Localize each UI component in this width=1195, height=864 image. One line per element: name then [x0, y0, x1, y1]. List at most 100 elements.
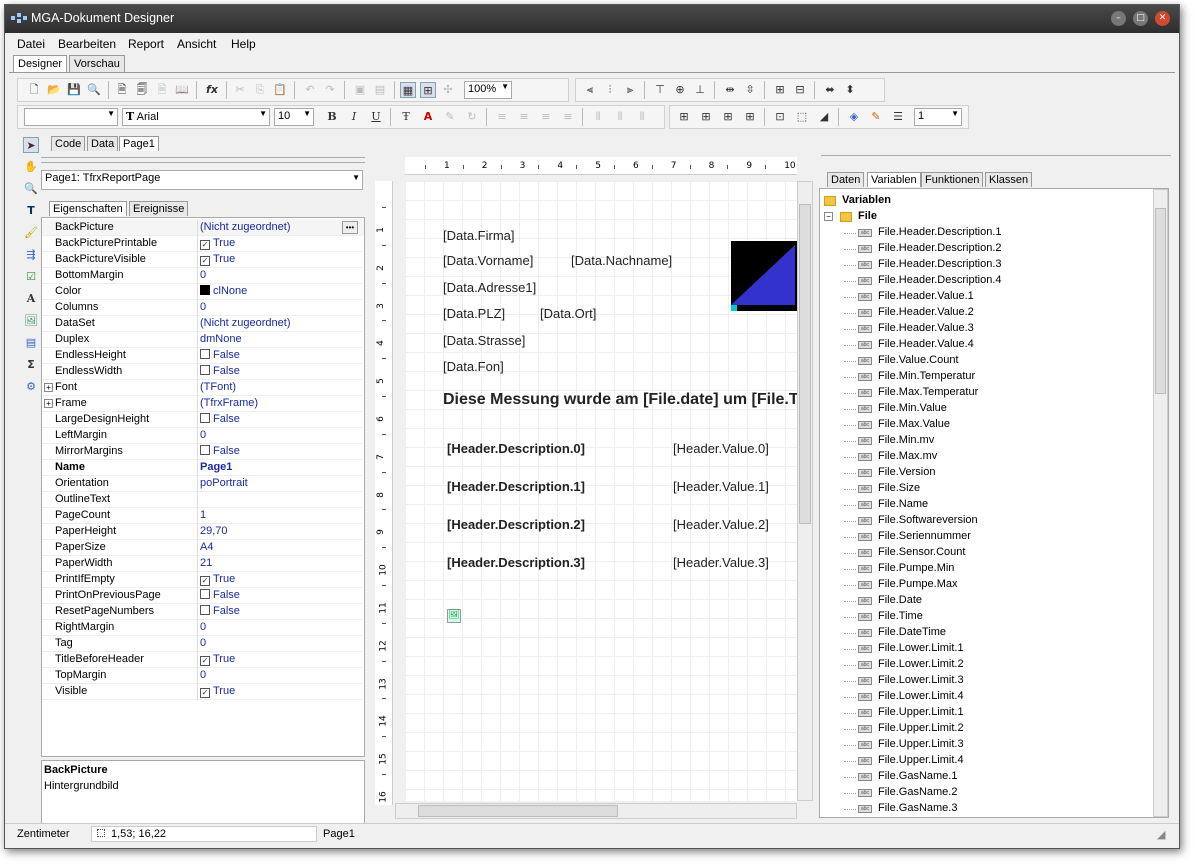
property-row[interactable]: Tag 0: [42, 636, 362, 652]
text-align-right-icon[interactable]: ≡: [538, 109, 554, 125]
property-value[interactable]: ✓ True: [200, 253, 235, 266]
property-row[interactable]: LargeDesignHeight False: [42, 412, 362, 428]
property-row[interactable]: Orientation poPortrait: [42, 476, 362, 492]
header-value-3[interactable]: [Header.Value.3]: [673, 555, 769, 570]
align-middle-icon[interactable]: ⊕: [672, 82, 688, 98]
center-h-icon[interactable]: ⊞: [772, 82, 788, 98]
tab-variablen[interactable]: Variablen: [867, 172, 921, 187]
tab-ereignisse[interactable]: Ereignisse: [129, 201, 189, 216]
property-row[interactable]: RightMargin 0: [42, 620, 362, 636]
ellipsis-button[interactable]: •••: [342, 221, 358, 234]
header-value-1[interactable]: [Header.Value.1]: [673, 479, 769, 494]
field-fon[interactable]: [Data.Fon]: [443, 359, 504, 374]
tab-page1[interactable]: Page1: [119, 136, 159, 151]
save-icon[interactable]: 💾: [66, 82, 82, 98]
picture-tool-icon[interactable]: 🖼: [23, 313, 39, 329]
picture-placeholder-icon[interactable]: 🖼: [447, 609, 461, 623]
property-value[interactable]: 1: [200, 509, 206, 521]
property-row[interactable]: Visible ✓ True: [42, 684, 362, 700]
property-row[interactable]: Name Page1: [42, 460, 362, 476]
property-row[interactable]: PaperSize A4: [42, 540, 362, 556]
inspector-grip[interactable]: [41, 157, 365, 163]
align-right-icon[interactable]: ⫸: [622, 82, 638, 98]
tab-vorschau[interactable]: Vorschau: [69, 55, 125, 73]
frame-right-icon[interactable]: ⊞: [742, 109, 758, 125]
preview-icon[interactable]: 🔍: [86, 82, 102, 98]
property-row[interactable]: Color clNone: [42, 284, 362, 300]
property-value[interactable]: 0: [200, 637, 206, 649]
property-row[interactable]: PageCount 1: [42, 508, 362, 524]
paste-icon[interactable]: 📋: [272, 82, 288, 98]
sum-tool-icon[interactable]: Σ: [23, 357, 39, 373]
italic-icon[interactable]: I: [346, 109, 362, 125]
checkbox[interactable]: ✓: [200, 240, 210, 250]
align-center-h-icon[interactable]: ⫶: [602, 82, 618, 98]
subreport-tool-icon[interactable]: ▤: [23, 335, 39, 351]
fill-color-icon[interactable]: ◈: [846, 109, 862, 125]
delete-page-icon[interactable]: 🗎: [154, 82, 170, 98]
same-width-icon[interactable]: ⬌: [822, 82, 838, 98]
text-align-left-icon[interactable]: ≡: [494, 109, 510, 125]
font-size-select[interactable]: 10 ▼: [274, 108, 314, 126]
checkbox[interactable]: ✓: [200, 688, 210, 698]
checkbox[interactable]: [200, 349, 210, 359]
expand-icon[interactable]: +: [44, 399, 53, 408]
text-align-center-icon[interactable]: ≡: [516, 109, 532, 125]
align-bottom-icon[interactable]: ⊥: [692, 82, 708, 98]
property-row[interactable]: BackPicture (Nicht zugeordnet) •••: [42, 220, 362, 236]
data-tree-grip[interactable]: [821, 155, 1171, 163]
property-value[interactable]: 0: [200, 669, 206, 681]
frame-all-icon[interactable]: ⊡: [772, 109, 788, 125]
redo-icon[interactable]: ↷: [322, 82, 338, 98]
select-tool-icon[interactable]: ➤: [23, 137, 39, 153]
property-row[interactable]: ResetPageNumbers False: [42, 604, 362, 620]
header-description-1[interactable]: [Header.Description.1]: [447, 479, 585, 494]
property-value[interactable]: 29,70: [200, 525, 228, 537]
objects-tool-icon[interactable]: ⚙: [23, 379, 39, 395]
font-name-select[interactable]: T Arial ▼: [122, 108, 270, 126]
checkbox[interactable]: ✓: [200, 576, 210, 586]
new-dialog-icon[interactable]: 🗐: [134, 82, 150, 98]
design-horizontal-scrollbar[interactable]: [395, 803, 797, 819]
property-row[interactable]: TopMargin 0: [42, 668, 362, 684]
band-tool-icon[interactable]: ⇶: [23, 247, 39, 263]
header-description-0[interactable]: [Header.Description.0]: [447, 441, 585, 456]
field-firma[interactable]: [Data.Firma]: [443, 228, 515, 243]
property-value[interactable]: False: [200, 349, 240, 361]
style-select[interactable]: ▼: [24, 108, 118, 126]
property-row[interactable]: MirrorMargins False: [42, 444, 362, 460]
zoom-select[interactable]: 100% ▼: [464, 81, 512, 99]
copy-icon[interactable]: ⎘: [252, 82, 268, 98]
group-icon[interactable]: ▣: [352, 82, 368, 98]
property-value[interactable]: A4: [200, 541, 213, 553]
expand-icon[interactable]: +: [44, 383, 53, 392]
property-value[interactable]: (Nicht zugeordnet): [200, 221, 291, 233]
property-row[interactable]: PaperHeight 29,70: [42, 524, 362, 540]
checkbox[interactable]: [200, 365, 210, 375]
object-select[interactable]: Page1: TfrxReportPage ▼: [41, 170, 363, 190]
resize-grip-icon[interactable]: ◢: [1157, 828, 1165, 841]
field-adresse1[interactable]: [Data.Adresse1]: [443, 280, 536, 295]
align-grid-icon[interactable]: ⊞: [420, 82, 436, 98]
header-description-3[interactable]: [Header.Description.3]: [447, 555, 585, 570]
frame-style-icon[interactable]: ☰: [890, 109, 906, 125]
tab-funktionen[interactable]: Funktionen: [921, 172, 984, 187]
center-v-icon[interactable]: ⊟: [792, 82, 808, 98]
zoom-tool-icon[interactable]: 🔍: [23, 181, 39, 197]
property-value[interactable]: False: [200, 413, 240, 425]
checkbox[interactable]: [200, 445, 210, 455]
function-icon[interactable]: fx: [204, 82, 220, 98]
tree-vertical-scrollbar[interactable]: [1153, 189, 1168, 817]
field-vorname[interactable]: [Data.Vorname]: [443, 253, 533, 268]
highlight-icon[interactable]: ✎: [442, 109, 458, 125]
header-value-2[interactable]: [Header.Value.2]: [673, 517, 769, 532]
headline-text[interactable]: Diese Messung wurde am [File.date] um [F…: [443, 391, 799, 409]
valign-middle-icon[interactable]: ⦀: [612, 109, 628, 125]
tab-daten[interactable]: Daten: [827, 172, 865, 187]
tab-data[interactable]: Data: [87, 136, 119, 151]
vertical-scroll-thumb[interactable]: [799, 204, 811, 524]
maximize-button[interactable]: □: [1133, 11, 1148, 26]
close-button[interactable]: ✕: [1155, 11, 1170, 26]
property-value[interactable]: Page1: [200, 461, 232, 473]
field-nachname[interactable]: [Data.Nachname]: [571, 253, 672, 268]
